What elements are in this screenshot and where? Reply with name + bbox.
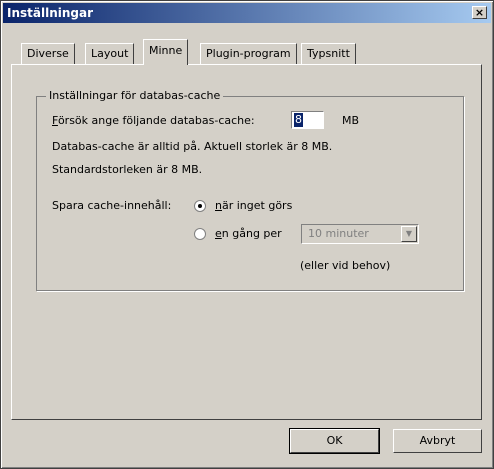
interval-select[interactable]: 10 minuter ▼	[301, 224, 419, 244]
tab-typsnitt[interactable]: Typsnitt	[301, 43, 356, 64]
radio-when-idle-label[interactable]: när inget görs	[215, 199, 292, 212]
settings-dialog: Inställningar × Diverse Layout Minne Plu…	[0, 0, 494, 469]
radio-interval-accesskey: e	[215, 227, 222, 240]
close-button[interactable]: ×	[472, 6, 487, 19]
close-icon: ×	[474, 6, 485, 19]
cache-size-label-text: örsök ange följande databas-cache:	[57, 114, 255, 127]
cache-size-label: Försök ange följande databas-cache:	[52, 114, 255, 127]
cache-size-input[interactable]: 8	[291, 111, 324, 129]
interval-select-value: 10 minuter	[308, 227, 369, 240]
cache-info-line1: Databas-cache är alltid på. Aktuell stor…	[52, 140, 333, 153]
titlebar: Inställningar ×	[3, 3, 491, 23]
tab-diverse[interactable]: Diverse	[21, 43, 75, 64]
window-title: Inställningar	[7, 6, 94, 20]
radio-interval[interactable]	[194, 228, 206, 240]
cache-unit: MB	[342, 114, 360, 127]
ok-button[interactable]: OK	[289, 428, 380, 454]
groupbox-label: Inställningar för databas-cache	[46, 89, 224, 102]
radio-when-idle[interactable]	[194, 200, 206, 212]
cancel-button[interactable]: Avbryt	[393, 429, 482, 453]
tab-minne[interactable]: Minne	[143, 39, 189, 65]
on-demand-note: (eller vid behov)	[300, 259, 391, 272]
radio-when-idle-text: är inget görs	[221, 199, 293, 212]
cache-info-line2: Standardstorleken är 8 MB.	[52, 163, 203, 176]
cache-size-value: 8	[294, 113, 303, 127]
radio-selected-dot	[198, 204, 202, 208]
tab-plugin-program[interactable]: Plugin-program	[200, 43, 297, 64]
radio-interval-text: n gång per	[221, 227, 282, 240]
tab-layout[interactable]: Layout	[85, 43, 135, 64]
save-cache-label: Spara cache-innehåll:	[52, 199, 172, 212]
radio-when-idle-accesskey: n	[215, 199, 222, 212]
radio-interval-label[interactable]: en gång per	[215, 227, 282, 240]
chevron-down-icon[interactable]: ▼	[401, 226, 417, 242]
